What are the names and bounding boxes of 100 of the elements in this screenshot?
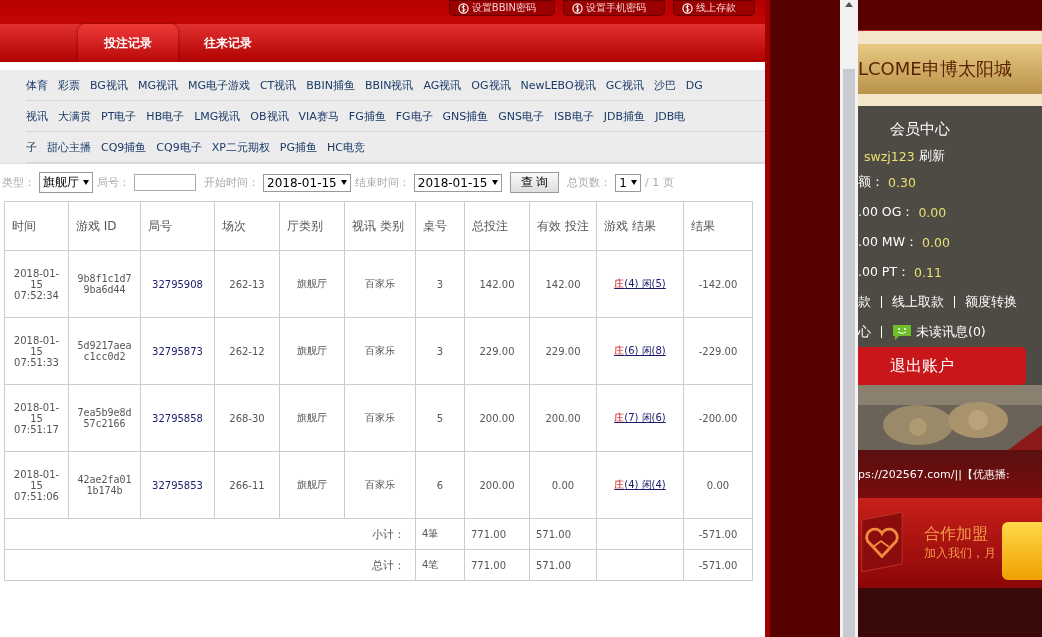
game-link[interactable]: JDB捕鱼: [603, 108, 646, 124]
column-header: 厅类别: [279, 201, 345, 251]
game-link[interactable]: BBIN捕鱼: [306, 77, 355, 93]
top-button[interactable]: 设置BBIN密码: [448, 0, 555, 16]
account-link[interactable]: 款: [858, 293, 871, 311]
valid-bet-cell: 0.00: [529, 451, 597, 519]
game-result-link[interactable]: 庄(4) 闲(4): [614, 479, 666, 490]
logout-button[interactable]: 退出账户: [858, 347, 1026, 385]
type-select[interactable]: 旗舰厅: [39, 172, 93, 193]
game-link[interactable]: 甜心主播: [47, 139, 91, 155]
game-link[interactable]: BG视讯: [90, 77, 128, 93]
total-bet-cell: 229.00: [464, 317, 530, 385]
game-link[interactable]: FG电子: [395, 108, 433, 124]
balance-value: 0.00: [922, 234, 950, 250]
refresh-link[interactable]: 刷新: [918, 147, 945, 165]
game-link[interactable]: OB视讯: [250, 108, 289, 124]
valid-bet-cell: 229.00: [529, 317, 597, 385]
game-link[interactable]: CT视讯: [259, 77, 297, 93]
round-link[interactable]: 32795908: [152, 278, 203, 290]
game-link[interactable]: OG视讯: [471, 77, 511, 93]
game-link[interactable]: GNS电子: [498, 108, 545, 124]
game-link[interactable]: VIA赛马: [298, 108, 339, 124]
video-type-cell: 百家乐: [344, 317, 416, 385]
balance-value: 0.11: [914, 264, 942, 280]
end-date-select[interactable]: 2018-01-15: [413, 173, 502, 192]
round-link[interactable]: 32795873: [152, 345, 203, 357]
hall-cell: 旗舰厅: [279, 250, 345, 318]
table-number-cell: 6: [415, 451, 465, 519]
hall-cell: 旗舰厅: [279, 384, 345, 452]
top-button[interactable]: 线上存款: [673, 0, 755, 16]
query-button[interactable]: 查 询: [509, 172, 560, 193]
game-link[interactable]: BBIN视讯: [364, 77, 414, 93]
account-link[interactable]: 线上取款: [892, 293, 944, 311]
game-link[interactable]: 彩票: [58, 77, 80, 93]
game-result-link[interactable]: 庄(6) 闲(8): [614, 345, 666, 356]
total-bet-cell: 142.00: [464, 250, 530, 318]
promo-badge: [1002, 522, 1042, 580]
page-select[interactable]: 1: [615, 173, 641, 192]
result-cell: -142.00: [683, 250, 753, 318]
game-link[interactable]: GNS捕鱼: [442, 108, 489, 124]
game-link[interactable]: 体育: [26, 77, 48, 93]
game-link[interactable]: LMG视讯: [194, 108, 241, 124]
top-button[interactable]: 设置手机密码: [563, 0, 665, 16]
dollar-coin-icon: [572, 2, 583, 14]
round-link[interactable]: 32795853: [152, 479, 203, 491]
scrollbar[interactable]: [840, 0, 858, 637]
video-type-cell: 百家乐: [344, 384, 416, 452]
game-link[interactable]: 大满贯: [58, 108, 91, 124]
column-header: 时间: [4, 201, 69, 251]
balance-label: .00 MW：: [858, 233, 918, 251]
game-result-link[interactable]: 庄(4) 闲(5): [614, 278, 666, 289]
balance-label: .00 PT：: [858, 263, 911, 281]
game-link[interactable]: HB电子: [146, 108, 185, 124]
tab[interactable]: 往来记录: [178, 24, 278, 62]
game-link[interactable]: CQ9电子: [156, 139, 202, 155]
game-link[interactable]: MG电子游戏: [187, 77, 250, 93]
account-link[interactable]: 心: [858, 323, 871, 341]
game-link[interactable]: MG视讯: [137, 77, 178, 93]
game-link[interactable]: XP二元期权: [211, 139, 270, 155]
round-link[interactable]: 32795858: [152, 412, 203, 424]
summary-label: 小计：: [4, 518, 416, 550]
total-bet-cell: 200.00: [464, 451, 530, 519]
result-cell: -571.00: [683, 518, 753, 550]
game-id-cell: 5d9217aea c1cc0d2: [68, 317, 141, 385]
game-link[interactable]: 子: [26, 139, 37, 155]
game-link[interactable]: DG: [685, 78, 703, 92]
game-link[interactable]: 视讯: [26, 108, 48, 124]
page-count-label: 总页数：: [567, 175, 612, 190]
result-cell: -229.00: [683, 317, 753, 385]
column-header: 游戏 ID: [68, 201, 141, 251]
session-cell: 266-11: [214, 451, 280, 519]
tab[interactable]: 投注记录: [78, 24, 178, 62]
table-number-cell: 3: [415, 317, 465, 385]
game-link[interactable]: NewLEBO视讯: [520, 77, 596, 93]
handshake-heart-icon: [858, 511, 904, 575]
game-link[interactable]: GC视讯: [605, 77, 644, 93]
game-link[interactable]: AG视讯: [423, 77, 462, 93]
game-id-cell: 9b8f1c1d7 9ba6d44: [68, 250, 141, 318]
session-cell: 262-12: [214, 317, 280, 385]
video-type-cell: 百家乐: [344, 250, 416, 318]
game-link[interactable]: ISB电子: [554, 108, 594, 124]
result-cell: -200.00: [683, 384, 753, 452]
game-link[interactable]: JDB电: [655, 108, 686, 124]
game-link[interactable]: FG捕鱼: [348, 108, 386, 124]
game-link[interactable]: 沙巴: [653, 77, 676, 93]
game-link[interactable]: PG捕鱼: [279, 139, 318, 155]
game-link[interactable]: CQ9捕鱼: [101, 139, 147, 155]
unread-messages-link[interactable]: 未读讯息(0): [916, 323, 986, 341]
column-header: 视讯 类别: [344, 201, 416, 251]
account-link[interactable]: 额度转换: [965, 293, 1017, 311]
game-link[interactable]: HC电竞: [327, 139, 365, 155]
start-date-select[interactable]: 2018-01-15: [263, 173, 351, 192]
game-link[interactable]: PT电子: [101, 108, 137, 124]
scroll-up-icon[interactable]: [845, 2, 853, 7]
round-input[interactable]: [134, 174, 196, 191]
result-cell: 0.00: [683, 451, 753, 519]
valid-bet-cell: 200.00: [529, 384, 597, 452]
total-bet-cell: 200.00: [464, 384, 530, 452]
game-result-link[interactable]: 庄(7) 闲(6): [614, 412, 666, 423]
column-header: 局号: [140, 201, 215, 251]
